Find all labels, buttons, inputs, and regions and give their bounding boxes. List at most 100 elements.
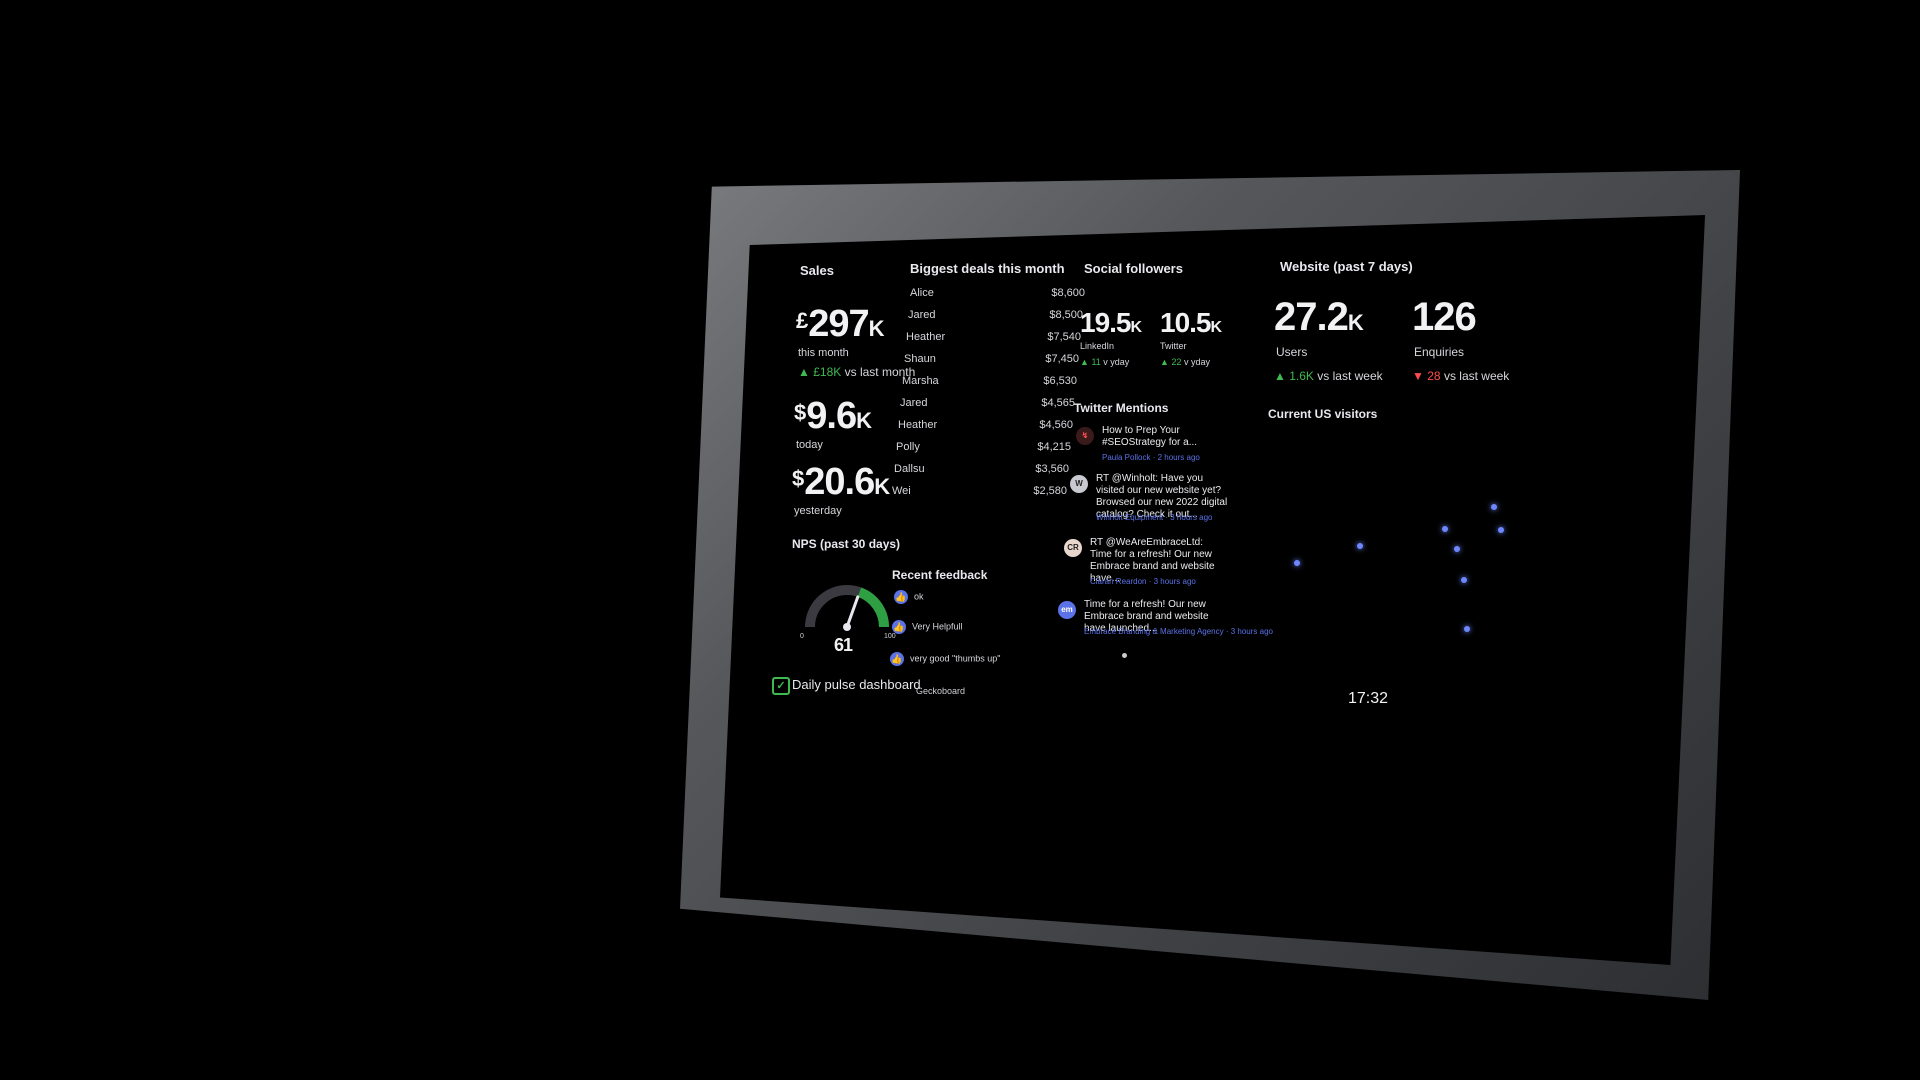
deal-value: $8,600 [1051, 287, 1085, 299]
deal-name: Polly [896, 441, 920, 453]
up-arrow-icon: ▲ [1080, 357, 1089, 367]
carousel-dot[interactable] [1122, 653, 1127, 658]
up-arrow-icon: ▲ [1160, 357, 1169, 367]
tweet[interactable]: W RT @Winholt: Have you visited our new … [1070, 473, 1230, 533]
tweet-avatar: W [1070, 475, 1088, 493]
delta-label: v yday [1183, 357, 1210, 367]
tweet[interactable]: CR RT @WeAreEmbraceLtd: Time for a refre… [1064, 537, 1224, 593]
unit: K [1347, 310, 1364, 335]
down-arrow-icon: ▼ [1412, 369, 1424, 383]
sales-month-label: this month [798, 347, 849, 359]
deal-value: $7,450 [1045, 353, 1079, 365]
tweet-avatar: ↯ [1076, 427, 1094, 445]
brand-name: Geckoboard [916, 686, 966, 696]
thumbs-up-icon: 👍 [894, 590, 908, 604]
enquiries-label: Enquiries [1414, 345, 1465, 359]
tweet-avatar: em [1058, 601, 1076, 619]
clock: 17:32 [1348, 690, 1389, 707]
deal-value: $4,565 [1041, 397, 1075, 409]
deal-value: $3,560 [1035, 463, 1069, 475]
deal-value: $2,580 [1033, 485, 1067, 497]
currency-symbol: $ [794, 400, 806, 425]
visitor-dot [1357, 543, 1363, 549]
enquiries-value: 126 [1412, 295, 1477, 339]
visitor-dot [1498, 527, 1504, 533]
deal-value: $4,560 [1039, 419, 1073, 431]
dashboard-name: Daily pulse dashboard [792, 677, 921, 692]
number: 27.2 [1274, 295, 1349, 339]
deal-value: $7,540 [1047, 331, 1081, 343]
up-arrow-icon: ▲ [798, 365, 810, 379]
number: 10.5 [1160, 307, 1211, 338]
unit: K [856, 408, 872, 433]
feedback-item: 👍 ok [894, 590, 924, 604]
sales-today-label: today [796, 439, 823, 451]
number: 20.6 [804, 461, 875, 503]
deal-name: Heather [906, 331, 946, 343]
sales-month-value: £297K [796, 303, 885, 346]
unit: K [1130, 319, 1143, 336]
mentions-title: Twitter Mentions [1074, 401, 1169, 415]
feedback-item: 👍 Very Helpfull [892, 620, 963, 634]
users-value: 27.2K [1274, 295, 1364, 340]
delta-value: 28 [1427, 369, 1441, 383]
tv-screen: Sales £297K this month ▲ £18K vs last mo… [720, 215, 1706, 965]
feedback-text: Very Helpfull [912, 621, 963, 632]
deal-value: $4,215 [1037, 441, 1071, 453]
feedback-title: Recent feedback [892, 568, 988, 582]
tweet-meta: Paula Pollock · 2 hours ago [1102, 453, 1200, 462]
number: 19.5 [1080, 307, 1131, 338]
deal-name: Heather [898, 419, 938, 431]
dashboard-check-icon: ✓ [772, 677, 790, 695]
visitor-dot [1294, 560, 1300, 566]
number: 297 [808, 303, 869, 345]
delta-value: 22 [1171, 357, 1182, 367]
deal-value: $8,500 [1049, 309, 1083, 321]
feedback-text: very good "thumbs up" [910, 653, 1001, 664]
linkedin-label: LinkedIn [1080, 341, 1115, 351]
sales-yesterday-value: $20.6K [792, 461, 890, 504]
thumbs-up-icon: 👍 [890, 652, 904, 666]
deal-name: Wei [892, 485, 911, 497]
sales-yesterday-label: yesterday [794, 505, 842, 517]
twitter-value: 10.5K [1160, 307, 1223, 339]
feedback-text: ok [914, 591, 924, 602]
dashboard: Sales £297K this month ▲ £18K vs last mo… [720, 215, 1705, 965]
deal-name: Shaun [904, 353, 936, 365]
tweet[interactable]: ↯ How to Prep Your #SEOStrategy for a...… [1076, 425, 1236, 465]
enquiries-delta: ▼ 28 vs last week [1412, 369, 1509, 383]
visitor-dot [1454, 546, 1460, 552]
nps-max: 100 [884, 633, 896, 640]
gauge-fill [857, 587, 889, 628]
visitors-title: Current US visitors [1268, 407, 1378, 421]
delta-label: vs last week [1317, 369, 1383, 383]
deal-name: Jared [908, 309, 936, 321]
unit: K [874, 474, 890, 499]
deal-name: Alice [910, 287, 934, 299]
social-title: Social followers [1084, 261, 1183, 276]
unit: K [1210, 319, 1223, 336]
deal-name: Jared [900, 397, 928, 409]
nps-value: 61 [834, 635, 853, 655]
deals-title: Biggest deals this month [910, 261, 1065, 276]
users-delta: ▲ 1.6K vs last week [1274, 369, 1383, 383]
delta-label: v yday [1103, 357, 1130, 367]
tweet-avatar: CR [1064, 539, 1082, 557]
deal-name: Marsha [902, 375, 939, 387]
users-label: Users [1276, 345, 1308, 359]
visitor-dot [1442, 526, 1448, 532]
number: 9.6 [806, 395, 857, 437]
twitter-label: Twitter [1160, 341, 1187, 351]
visitors-map [1260, 430, 1504, 660]
tweet-meta: Embrace Branding & Marketing Agency · 3 … [1084, 627, 1273, 636]
delta-label: vs last week [1443, 369, 1510, 383]
tweet[interactable]: em Time for a refresh! Our new Embrace b… [1058, 599, 1273, 655]
visitor-dot [1491, 504, 1497, 510]
thumbs-up-icon: 👍 [892, 620, 906, 634]
twitter-delta: ▲ 22 v yday [1160, 357, 1210, 367]
currency-symbol: £ [796, 308, 808, 333]
gauge-hub [843, 623, 851, 631]
up-arrow-icon: ▲ [1274, 369, 1286, 383]
delta-value: 11 [1091, 357, 1101, 367]
gauge-needle [845, 595, 860, 629]
